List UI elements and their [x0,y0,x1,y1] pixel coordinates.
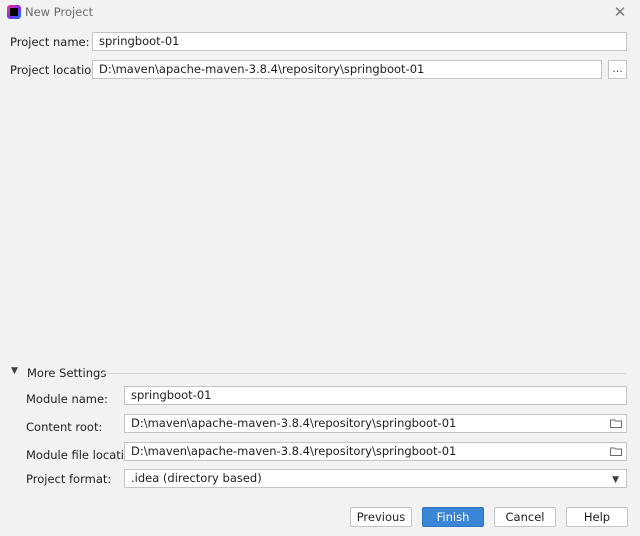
chevron-down-icon: ▼ [612,475,619,485]
window-title: New Project [25,5,94,19]
finish-button[interactable]: Finish [422,507,484,527]
project-format-label: Project format: [26,472,112,486]
project-format-value: .idea (directory based) [131,471,262,485]
folder-icon[interactable] [610,419,622,428]
browse-location-button[interactable]: ... [608,60,627,79]
previous-button[interactable]: Previous [350,507,412,527]
project-location-label: Project location: [10,63,103,77]
triangle-down-icon[interactable]: ▼ [11,366,18,376]
module-name-label: Module name: [26,392,108,406]
project-name-label: Project name: [10,35,90,49]
intellij-idea-icon [7,5,21,19]
title-bar: New Project ✕ [0,0,640,24]
project-format-select[interactable]: .idea (directory based) ▼ [124,469,627,488]
folder-icon[interactable] [610,447,622,456]
module-file-location-input[interactable]: D:\maven\apache-maven-3.8.4\repository\s… [124,442,627,461]
help-button[interactable]: Help [566,507,628,527]
more-settings-title[interactable]: More Settings [27,366,106,380]
content-root-label: Content root: [26,420,103,434]
cancel-button[interactable]: Cancel [494,507,556,527]
project-name-input[interactable]: springboot-01 [92,32,627,51]
section-divider [101,373,626,374]
module-name-input[interactable]: springboot-01 [124,386,627,405]
project-location-input[interactable]: D:\maven\apache-maven-3.8.4\repository\s… [92,60,602,79]
close-icon[interactable]: ✕ [611,3,629,21]
content-root-input[interactable]: D:\maven\apache-maven-3.8.4\repository\s… [124,414,627,433]
